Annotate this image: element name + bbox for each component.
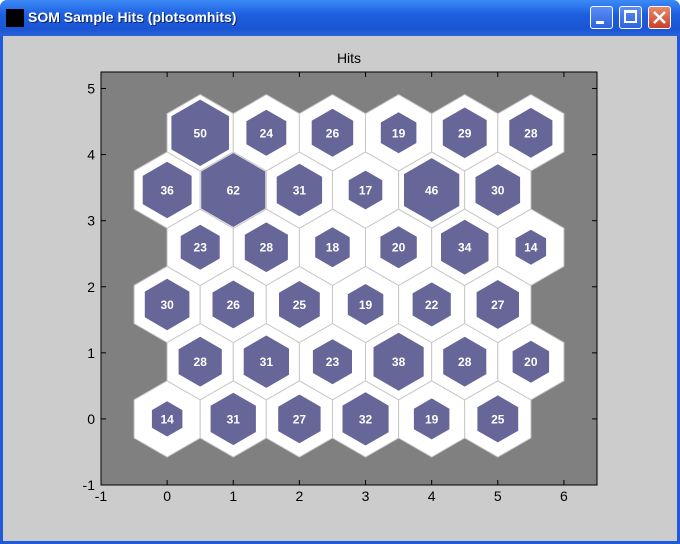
hit-count-label: 28: [458, 355, 472, 369]
x-tick-label: -1: [95, 488, 108, 504]
hit-count-label: 22: [425, 298, 439, 312]
hit-count-label: 20: [392, 241, 406, 255]
x-tick-label: 0: [163, 488, 171, 504]
hit-count-label: 30: [160, 298, 174, 312]
y-tick-label: 3: [87, 213, 95, 229]
hit-count-label: 34: [458, 241, 472, 255]
y-tick-label: -1: [83, 477, 96, 493]
hit-count-label: 25: [293, 298, 307, 312]
hit-count-label: 25: [491, 412, 505, 426]
hit-count-label: 31: [293, 184, 307, 198]
hit-count-label: 26: [227, 298, 241, 312]
y-tick-label: 5: [87, 81, 95, 97]
hit-count-label: 50: [194, 126, 208, 140]
hit-count-label: 28: [260, 241, 274, 255]
y-tick-label: 0: [87, 411, 95, 427]
hit-count-label: 31: [227, 412, 241, 426]
x-tick-label: 1: [229, 488, 237, 504]
hit-count-label: 28: [194, 355, 208, 369]
hit-count-label: 26: [326, 126, 340, 140]
hit-count-label: 17: [359, 184, 373, 198]
hit-count-label: 18: [326, 241, 340, 255]
hit-count-label: 28: [524, 126, 538, 140]
hit-count-label: 32: [359, 412, 373, 426]
hit-count-label: 24: [260, 126, 274, 140]
hit-count-label: 23: [326, 355, 340, 369]
y-tick-label: 4: [87, 147, 95, 163]
x-tick-label: 2: [296, 488, 304, 504]
hit-count-label: 38: [392, 355, 406, 369]
chart: 14 31 27 32 19 2528 31 23 38 28 2030 26 25 19 22 2723 28…: [83, 50, 598, 504]
chart-title: Hits: [337, 50, 361, 66]
hit-count-label: 19: [359, 298, 373, 312]
x-tick-label: 4: [428, 488, 436, 504]
hit-count-label: 36: [160, 184, 174, 198]
hit-count-label: 29: [458, 126, 472, 140]
window: SOM Sample Hits (plotsomhits) 14 31 27 32 19…: [0, 0, 680, 544]
hit-count-label: 20: [524, 355, 538, 369]
x-tick-label: 5: [494, 488, 502, 504]
hit-count-label: 30: [491, 184, 505, 198]
hit-count-label: 14: [524, 241, 538, 255]
hit-count-label: 14: [160, 412, 174, 426]
y-tick-label: 1: [87, 345, 95, 361]
hit-count-label: 27: [491, 298, 505, 312]
y-tick-label: 2: [87, 279, 95, 295]
hit-count-label: 46: [425, 184, 439, 198]
x-tick-label: 3: [362, 488, 370, 504]
hit-count-label: 27: [293, 412, 307, 426]
x-tick-label: 6: [560, 488, 568, 504]
hit-count-label: 31: [260, 355, 274, 369]
hit-count-label: 19: [392, 126, 406, 140]
hit-count-label: 62: [227, 184, 241, 198]
hit-count-label: 23: [194, 241, 208, 255]
hit-count-label: 19: [425, 412, 439, 426]
